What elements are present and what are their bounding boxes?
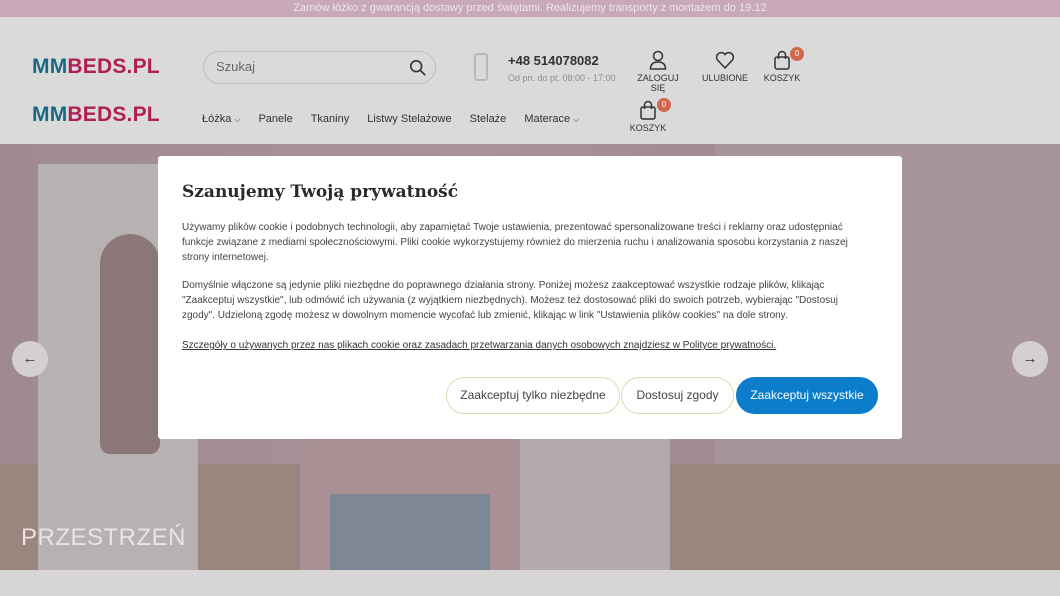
chevron-down-icon: ⌵ — [573, 115, 580, 124]
user-icon — [649, 50, 667, 70]
nav-item-lozka[interactable]: Łóżka ⌵ — [202, 113, 240, 133]
cookie-modal-title: Szanujemy Twoją prywatność — [182, 182, 459, 202]
logo-beds: BEDS.PL — [67, 55, 160, 78]
favorites-label: ULUBIONE — [702, 73, 749, 83]
nav-item-label: Stelaże — [469, 113, 507, 125]
cookie-paragraph-1: Używamy plików cookie i podobnych techno… — [182, 222, 848, 263]
search-icon[interactable] — [409, 59, 427, 77]
favorites-link[interactable]: ULUBIONE — [702, 50, 748, 83]
site-logo[interactable]: MMBEDS.PL — [32, 55, 160, 79]
slider-prev-button[interactable]: ← — [12, 341, 48, 377]
account-label: ZALOGUJ SIĘ — [637, 73, 679, 93]
phone-icon — [474, 53, 488, 81]
search-input[interactable] — [216, 59, 396, 74]
customize-consents-button[interactable]: Dostosuj zgody — [621, 377, 734, 414]
page-bottom-strip — [0, 570, 1060, 596]
cart-bag-icon — [640, 100, 656, 120]
search-box — [203, 51, 436, 84]
arrow-left-icon: ← — [22, 350, 38, 367]
heart-icon — [715, 51, 735, 70]
nav-item-label: Materace — [524, 113, 571, 125]
nav-item-listwy[interactable]: Listwy Stelażowe — [367, 113, 451, 133]
nav-item-stelaze[interactable]: Stelaże — [470, 113, 507, 133]
nav-item-materace[interactable]: Materace ⌵ — [524, 113, 579, 133]
phone-number[interactable]: +48 514078082 — [508, 53, 599, 68]
nav-item-label: Tkaniny — [310, 113, 350, 125]
nav-item-label: Łóżka — [202, 113, 232, 125]
privacy-policy-link[interactable]: Szczegóły o używanych przez nas plikach … — [182, 338, 872, 353]
nav-item-panele[interactable]: Panele — [258, 113, 292, 133]
main-nav: Łóżka ⌵ Panele Tkaniny Listwy Stelażowe S… — [202, 113, 597, 133]
hero-caption: PRZESTRZEŃ — [21, 524, 187, 551]
logo-mm: MM — [32, 103, 68, 126]
slider-next-button[interactable]: → — [1012, 341, 1048, 377]
accept-necessary-button[interactable]: Zaakceptuj tylko niezbędne — [446, 377, 620, 414]
logo-mm: MM — [32, 55, 68, 78]
arrow-right-icon: → — [1022, 350, 1038, 367]
site-logo-sticky[interactable]: MMBEDS.PL — [32, 103, 160, 127]
promo-bar: Zamów łóżko z gwarancją dostawy przed św… — [0, 0, 1060, 17]
site-header: MMBEDS.PL +48 514078082 Od pn. do pt. 08… — [0, 17, 1060, 144]
accept-all-button[interactable]: Zaakceptuj wszystkie — [736, 377, 878, 414]
cart-count-badge: 0 — [790, 47, 804, 61]
cart-bag-icon — [774, 50, 790, 70]
nav-item-label: Panele — [258, 113, 293, 125]
phone-hours: Od pn. do pt. 08:00 - 17:00 — [508, 73, 616, 83]
hero-child-figure — [100, 234, 160, 454]
hero-jeans — [330, 494, 490, 570]
logo-beds: BEDS.PL — [67, 103, 160, 126]
nav-item-tkaniny[interactable]: Tkaniny — [311, 113, 350, 133]
cart-label: KOSZYK — [763, 73, 801, 83]
chevron-down-icon: ⌵ — [234, 115, 241, 124]
cookie-consent-modal: Szanujemy Twoją prywatność Używamy plikó… — [158, 156, 902, 439]
cart-count-badge: 0 — [657, 98, 671, 112]
cart-label: KOSZYK — [629, 123, 667, 133]
cookie-paragraph-2: Domyślnie włączone są jedynie pliki niez… — [182, 280, 838, 321]
nav-item-label: Listwy Stelażowe — [367, 113, 452, 125]
account-link[interactable]: ZALOGUJ SIĘ — [630, 50, 686, 93]
